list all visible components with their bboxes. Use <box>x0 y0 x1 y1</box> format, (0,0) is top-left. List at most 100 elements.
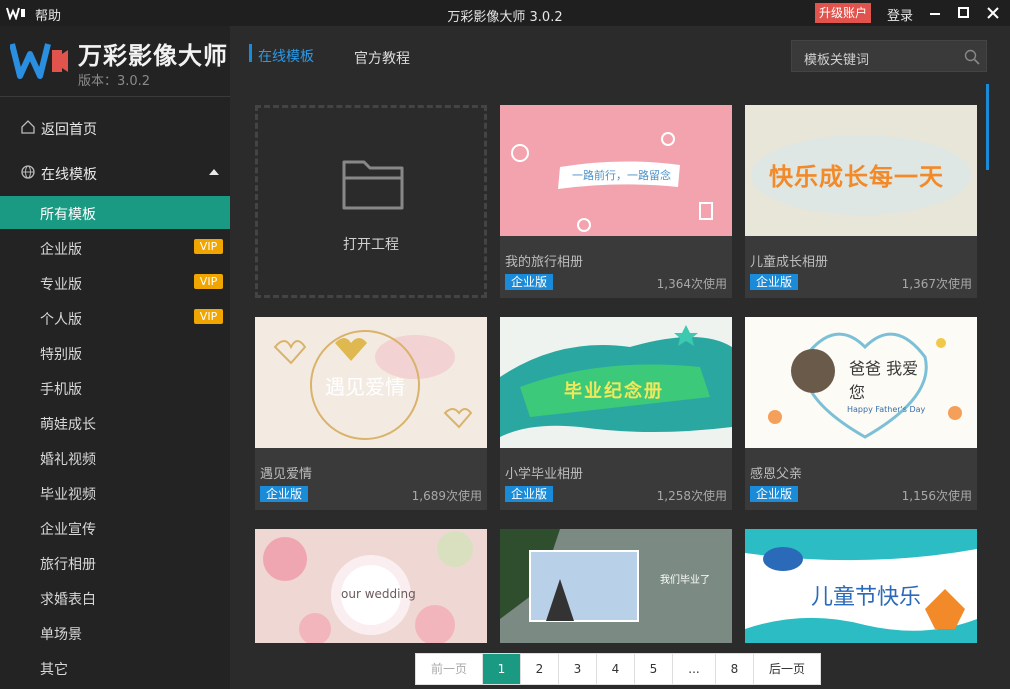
page-4-button[interactable]: 4 <box>597 654 635 684</box>
page-8-button[interactable]: 8 <box>716 654 754 684</box>
main-panel: 在线模板 官方教程 模板关键词 打开工程 一路前行，一路留念 我的旅行相册 企业… <box>230 26 1010 689</box>
open-project-label: 打开工程 <box>343 237 399 253</box>
sidebar-item-category[interactable]: 手机版 <box>0 371 230 404</box>
usage-count: 1,364次使用 <box>656 277 727 291</box>
template-card[interactable]: 毕业纪念册 小学毕业相册 企业版 1,258次使用 <box>500 317 732 510</box>
template-name: 小学毕业相册 <box>505 467 584 482</box>
chevron-up-icon[interactable] <box>209 169 219 175</box>
next-page-button[interactable]: 后一页 <box>754 654 820 684</box>
globe-icon <box>21 165 35 179</box>
template-thumbnail: 毕业纪念册 <box>500 317 732 448</box>
sidebar-item-label: 企业宣传 <box>40 522 96 538</box>
nav-online-templates[interactable]: 在线模板 <box>0 157 230 187</box>
page-ellipsis: ... <box>673 654 716 684</box>
thumbnail-text: 儿童节快乐 <box>811 585 922 610</box>
scrollbar[interactable] <box>986 84 989 170</box>
nav-home-label: 返回首页 <box>41 122 97 138</box>
template-name: 我的旅行相册 <box>505 255 584 270</box>
nav-home[interactable]: 返回首页 <box>0 112 230 142</box>
sidebar-item-label: 旅行相册 <box>40 557 96 573</box>
page-2-button[interactable]: 2 <box>521 654 559 684</box>
sidebar-item-label: 毕业视频 <box>40 487 96 503</box>
page-3-button[interactable]: 3 <box>559 654 597 684</box>
sidebar-item-label: 特别版 <box>40 347 82 363</box>
sidebar: 万彩影像大师 版本：3.0.2 返回首页 在线模板 所有模板 企业版 VIP 专业版 V… <box>0 26 230 689</box>
sidebar-item-category[interactable]: 毕业视频 <box>0 476 230 509</box>
template-card[interactable]: 我们毕业了 <box>500 529 732 643</box>
active-tab-indicator <box>249 44 252 62</box>
brand-name: 万彩影像大师 <box>78 42 228 70</box>
template-name: 感恩父亲 <box>750 467 803 482</box>
sidebar-item-category[interactable]: 求婚表白 <box>0 581 230 614</box>
template-card[interactable]: our wedding <box>255 529 487 643</box>
template-name: 儿童成长相册 <box>750 255 829 270</box>
template-card[interactable]: 一路前行，一路留念 我的旅行相册 企业版 1,364次使用 <box>500 105 732 298</box>
thumbnail-text: 爸爸 我爱您 <box>849 359 919 402</box>
sidebar-item-label: 所有模板 <box>40 207 96 223</box>
sidebar-item-category[interactable]: 企业宣传 <box>0 511 230 544</box>
close-icon[interactable] <box>984 4 1002 22</box>
maximize-icon[interactable] <box>955 4 973 22</box>
sidebar-item-label: 其它 <box>40 662 68 678</box>
search-input[interactable]: 模板关键词 <box>791 40 987 72</box>
vip-badge: VIP <box>194 309 223 324</box>
sidebar-item-category[interactable]: 个人版 VIP <box>0 301 230 334</box>
brand-logo-icon <box>10 43 68 79</box>
tab-official-tutorial[interactable]: 官方教程 <box>354 48 410 68</box>
tab-online-templates[interactable]: 在线模板 <box>258 46 314 66</box>
sidebar-item-label: 企业版 <box>40 242 82 258</box>
template-card[interactable]: 遇见爱情 遇见爱情 企业版 1,689次使用 <box>255 317 487 510</box>
search-icon[interactable] <box>964 49 980 65</box>
minimize-icon[interactable] <box>926 4 944 22</box>
page-1-button[interactable]: 1 <box>483 654 521 684</box>
template-thumbnail: 我们毕业了 <box>500 529 732 643</box>
sidebar-item-category[interactable]: 特别版 <box>0 336 230 369</box>
thumbnail-text: 快乐成长每一天 <box>769 163 944 191</box>
sidebar-item-category[interactable]: 专业版 VIP <box>0 266 230 299</box>
template-card[interactable]: 爸爸 我爱您 Happy Father's Day 感恩父亲 企业版 1,156… <box>745 317 977 510</box>
login-button[interactable]: 登录 <box>887 5 913 24</box>
prev-page-button[interactable]: 前一页 <box>416 654 483 684</box>
template-thumbnail: 儿童节快乐 <box>745 529 977 643</box>
edition-badge: 企业版 <box>505 486 554 502</box>
thumbnail-subtext: Happy Father's Day <box>847 405 926 414</box>
vip-badge: VIP <box>194 274 223 289</box>
sidebar-item-category[interactable]: 萌娃成长 <box>0 406 230 439</box>
sidebar-item-label: 手机版 <box>40 382 82 398</box>
template-name: 遇见爱情 <box>260 467 313 482</box>
sidebar-item-category[interactable]: 婚礼视频 <box>0 441 230 474</box>
usage-count: 1,258次使用 <box>656 489 727 503</box>
pagination: 前一页 1 2 3 4 5 ... 8 后一页 <box>415 653 821 685</box>
thumbnail-text: 一路前行，一路留念 <box>572 169 671 182</box>
thumbnail-text: 遇见爱情 <box>325 375 405 399</box>
edition-badge: 企业版 <box>750 486 799 502</box>
sidebar-item-category[interactable]: 其它 <box>0 651 230 684</box>
edition-badge: 企业版 <box>260 486 309 502</box>
sidebar-item-label: 个人版 <box>40 312 82 328</box>
vip-badge: VIP <box>194 239 223 254</box>
thumbnail-text: our wedding <box>341 587 416 601</box>
template-card[interactable]: 快乐成长每一天 儿童成长相册 企业版 1,367次使用 <box>745 105 977 298</box>
upgrade-account-button[interactable]: 升级账户 <box>815 3 872 23</box>
template-thumbnail: 一路前行，一路留念 <box>500 105 732 236</box>
usage-count: 1,367次使用 <box>901 277 972 291</box>
search-placeholder: 模板关键词 <box>804 53 870 68</box>
sidebar-item-category[interactable]: 旅行相册 <box>0 546 230 579</box>
template-card[interactable]: 儿童节快乐 <box>745 529 977 643</box>
template-thumbnail: 爸爸 我爱您 Happy Father's Day <box>745 317 977 448</box>
usage-count: 1,156次使用 <box>901 489 972 503</box>
sidebar-item-category[interactable]: 单场景 <box>0 616 230 649</box>
sidebar-item-label: 单场景 <box>40 627 82 643</box>
home-icon <box>21 120 35 134</box>
page-5-button[interactable]: 5 <box>635 654 673 684</box>
sidebar-item-category[interactable]: 企业版 VIP <box>0 231 230 264</box>
title-bar: 帮助 万彩影像大师 3.0.2 升级账户 登录 <box>0 0 1010 26</box>
nav-online-label: 在线模板 <box>41 167 97 183</box>
sidebar-item-category[interactable]: 所有模板 <box>0 196 230 229</box>
sidebar-item-label: 萌娃成长 <box>40 417 96 433</box>
usage-count: 1,689次使用 <box>411 489 482 503</box>
sidebar-item-label: 婚礼视频 <box>40 452 96 468</box>
open-project-button[interactable]: 打开工程 <box>255 105 487 298</box>
brand: 万彩影像大师 版本：3.0.2 <box>0 26 230 97</box>
template-thumbnail: 快乐成长每一天 <box>745 105 977 236</box>
